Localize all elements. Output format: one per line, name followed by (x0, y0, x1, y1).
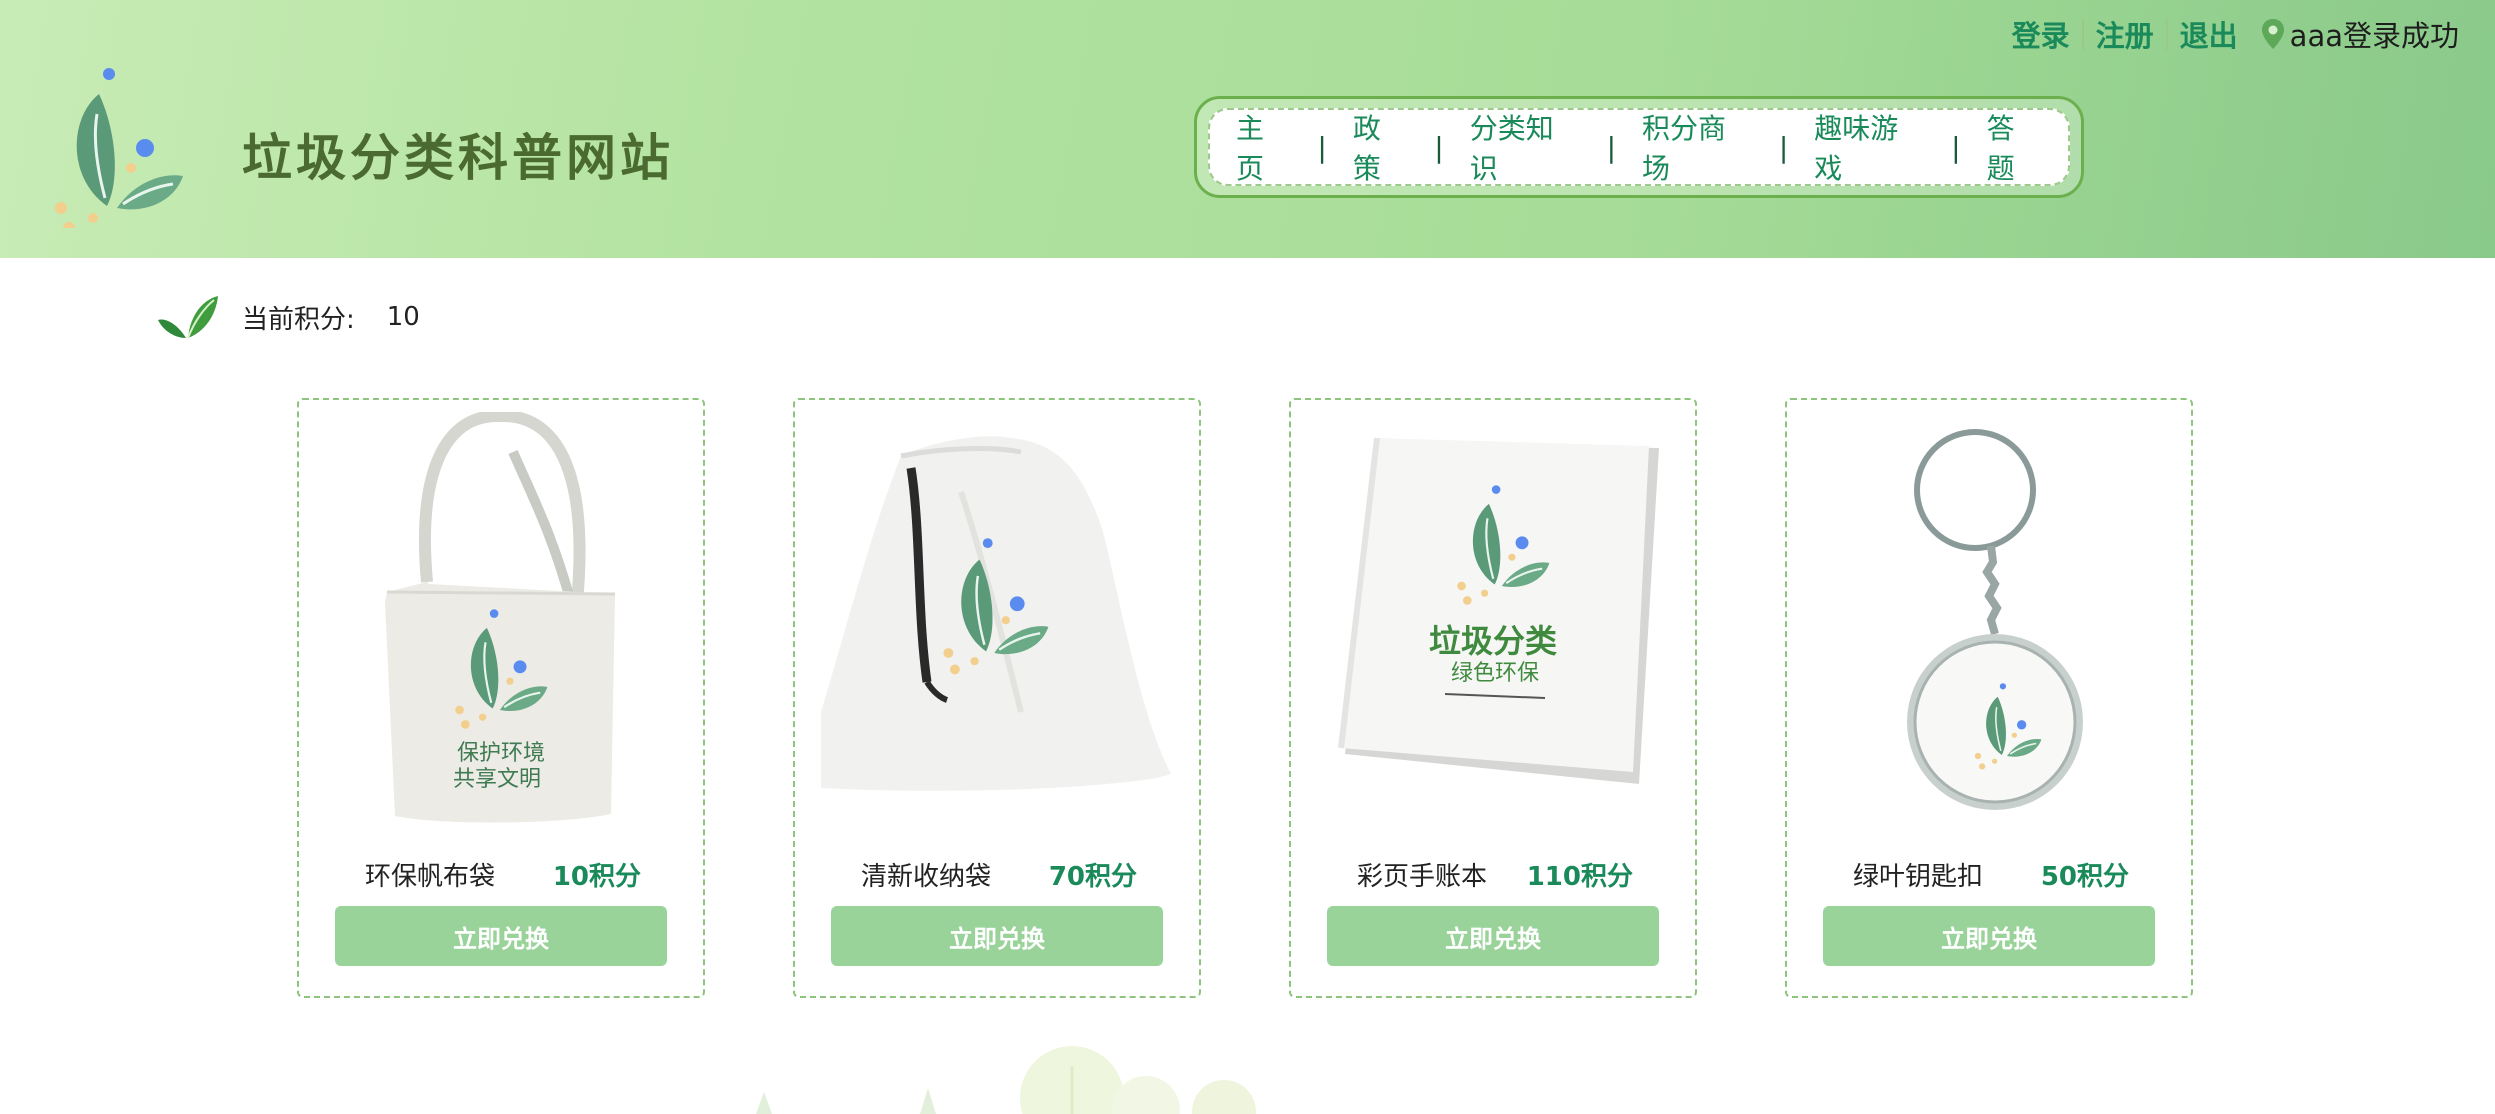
auth-bar: 登录 注册 退出 aaa登录成功 (2012, 14, 2459, 54)
product-price: 10积分 (552, 862, 641, 892)
site-logo (53, 66, 185, 228)
product-card: 垃圾分类 绿色环保 彩页手账本 110积分 立即兑换 (1289, 398, 1697, 998)
nav-separator: | (1317, 130, 1327, 164)
notebook-subtitle: 绿色环保 (1451, 661, 1539, 686)
product-price: 70积分 (1048, 862, 1137, 892)
product-name: 绿叶钥匙扣 (1853, 862, 1984, 892)
footer-tree-decoration (756, 1046, 1256, 1114)
current-points: 当前积分: 10 (156, 292, 420, 342)
location-pin-icon (2261, 19, 2284, 49)
nav-item-policy[interactable]: 政策 (1327, 107, 1434, 187)
product-card: 保护环境 共享文明 环保帆布袋 10积分 立即兑换 (297, 398, 705, 998)
tote-print-line1: 保护环境 (457, 741, 545, 766)
points-value: 10 (386, 302, 420, 332)
login-status-text: aaa登录成功 (2289, 19, 2459, 53)
keychain-image (1907, 429, 2083, 810)
nav-item-home[interactable]: 主页 (1210, 107, 1317, 187)
product-price: 110积分 (1526, 862, 1633, 892)
site-header: 垃圾分类科普网站 登录 注册 退出 aaa登录成功 主页 | 政策 | 分类知识… (0, 0, 2495, 258)
tote-bag-image: 保护环境 共享文明 (385, 412, 616, 823)
leaf-icon (158, 296, 218, 339)
register-link[interactable]: 注册 (2096, 13, 2154, 55)
product-price: 50积分 (2040, 862, 2129, 892)
redeem-button[interactable]: 立即兑换 (335, 906, 667, 966)
nav-bar: 主页 | 政策 | 分类知识 | 积分商场 | 趣味游戏 | 答题 (1208, 108, 2070, 186)
nav-separator: | (1434, 130, 1444, 164)
product-name: 彩页手账本 (1357, 862, 1488, 892)
points-label: 当前积分: (242, 304, 355, 335)
auth-divider (2081, 18, 2084, 50)
nav-item-games[interactable]: 趣味游戏 (1788, 107, 1951, 187)
auth-divider (2165, 18, 2168, 50)
product-card: 绿叶钥匙扣 50积分 立即兑换 (1785, 398, 2193, 998)
nav-separator: | (1606, 130, 1616, 164)
redeem-button[interactable]: 立即兑换 (831, 906, 1163, 966)
nav-separator: | (1951, 130, 1961, 164)
main-nav: 主页 | 政策 | 分类知识 | 积分商场 | 趣味游戏 | 答题 (1194, 96, 2084, 198)
login-link[interactable]: 登录 (2012, 13, 2070, 55)
drawstring-bag-image (821, 436, 1171, 791)
redeem-button[interactable]: 立即兑换 (1327, 906, 1659, 966)
nav-separator: | (1778, 130, 1789, 164)
site-title: 垃圾分类科普网站 (242, 128, 674, 187)
nav-item-quiz[interactable]: 答题 (1961, 107, 2068, 187)
tote-print-line2: 共享文明 (453, 767, 541, 792)
product-name: 环保帆布袋 (365, 862, 496, 892)
nav-item-knowledge[interactable]: 分类知识 (1444, 107, 1607, 187)
logout-link[interactable]: 退出 (2180, 13, 2238, 55)
notebook-image: 垃圾分类 绿色环保 (1338, 437, 1659, 784)
product-name: 清新收纳袋 (861, 862, 992, 892)
notebook-title: 垃圾分类 (1429, 622, 1557, 660)
product-card: 清新收纳袋 70积分 立即兑换 (793, 398, 1201, 998)
redeem-button[interactable]: 立即兑换 (1823, 906, 2155, 966)
nav-item-points-mall[interactable]: 积分商场 (1616, 107, 1779, 187)
